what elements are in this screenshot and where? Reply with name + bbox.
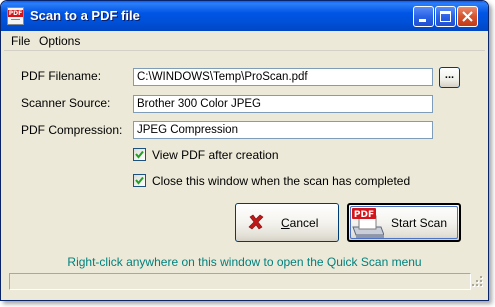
scanner-source-field[interactable]: Brother 300 Color JPEG: [133, 95, 433, 113]
browse-button[interactable]: ...: [439, 67, 460, 88]
checkmark-icon: [135, 150, 144, 159]
pdf-app-icon[interactable]: PDF: [7, 7, 24, 25]
close-button[interactable]: [457, 6, 478, 27]
start-scan-button[interactable]: PDF Start Scan: [347, 203, 461, 242]
quick-scan-hint: Right-click anywhere on this window to o…: [67, 255, 422, 269]
close-icon: [462, 11, 473, 22]
close-window-label[interactable]: Close this window when the scan has comp…: [152, 174, 410, 188]
maximize-button[interactable]: [435, 6, 456, 27]
menu-bar: File Options: [4, 31, 485, 50]
status-bar: [9, 273, 471, 290]
window-title: Scan to a PDF file: [30, 8, 140, 23]
resize-grip-icon[interactable]: [472, 276, 484, 288]
cancel-button[interactable]: Cancel: [235, 203, 339, 242]
menu-options[interactable]: Options: [39, 34, 80, 48]
page-lines: [11, 19, 20, 25]
scanner-source-label: Scanner Source:: [21, 96, 111, 110]
red-x-icon: [248, 214, 264, 230]
checkmark-icon: [135, 176, 144, 185]
pdf-filename-field[interactable]: C:\WINDOWS\Temp\ProScan.pdf: [133, 68, 433, 86]
view-pdf-checkbox[interactable]: [133, 148, 146, 161]
close-window-checkbox[interactable]: [133, 174, 146, 187]
scan-to-pdf-window: PDF Scan to a PDF file File Options PDF …: [0, 0, 489, 301]
cancel-label: Cancel: [281, 216, 318, 230]
pdf-scanner-icon: PDF: [352, 208, 384, 238]
dialog-body: PDF Filename: C:\WINDOWS\Temp\ProScan.pd…: [4, 50, 485, 299]
pdf-compression-label: PDF Compression:: [21, 123, 123, 137]
cancel-label-rest: ancel: [289, 216, 319, 230]
pdf-compression-field[interactable]: JPEG Compression: [133, 121, 433, 139]
view-pdf-label[interactable]: View PDF after creation: [152, 148, 279, 162]
minimize-button[interactable]: [413, 6, 434, 27]
minimize-icon: [419, 19, 426, 22]
pdf-badge-text: PDF: [354, 210, 374, 220]
title-bar[interactable]: PDF Scan to a PDF file: [1, 1, 488, 31]
start-scan-label: Start Scan: [391, 216, 448, 230]
menu-file[interactable]: File: [11, 34, 30, 48]
maximize-icon: [440, 11, 451, 22]
cancel-accelerator: C: [281, 216, 290, 230]
pdf-badge: PDF: [8, 10, 23, 17]
pdf-filename-label: PDF Filename:: [21, 69, 102, 83]
